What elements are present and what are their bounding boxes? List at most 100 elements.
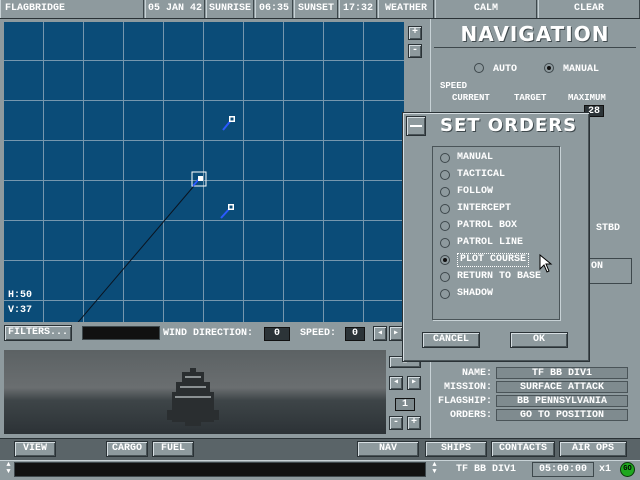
- go-label: GO: [623, 465, 632, 473]
- order-radio[interactable]: [440, 204, 450, 214]
- unit-marker-north[interactable]: [222, 116, 235, 131]
- on-label: ON: [591, 261, 604, 272]
- sea-state: CALM: [435, 0, 537, 18]
- flagship-value: BB PENNSYLVANIA: [496, 395, 628, 407]
- wind-direction-label: WIND DIRECTION:: [163, 328, 254, 339]
- target-speed-label: TARGET: [514, 93, 547, 103]
- sunset-time: 17:32: [339, 0, 377, 18]
- orders-label: ORDERS:: [449, 410, 492, 421]
- nav-button[interactable]: NAV: [357, 441, 419, 457]
- h-readout: H:50: [8, 290, 33, 301]
- navigation-title: NAVIGATION: [460, 22, 610, 46]
- navigation-header: NAVIGATION: [434, 22, 636, 48]
- speed-label: SPEED:: [300, 328, 337, 339]
- filters-button[interactable]: FILTERS...: [4, 325, 72, 341]
- wind-direction-value: 0: [264, 327, 290, 341]
- order-option-label: RETURN TO BASE: [457, 271, 542, 282]
- fuel-button[interactable]: FUEL: [152, 441, 194, 457]
- unit-marker-south[interactable]: [220, 204, 234, 219]
- view-button[interactable]: VIEW: [14, 441, 56, 457]
- sunrise-label: SUNRISE: [206, 0, 254, 18]
- order-radio[interactable]: [440, 255, 450, 265]
- order-option-label: FOLLOW: [457, 186, 494, 197]
- contacts-button[interactable]: CONTACTS: [491, 441, 555, 457]
- order-radio[interactable]: [440, 170, 450, 180]
- ships-button[interactable]: SHIPS: [425, 441, 487, 457]
- arrow-left-icon: ◂: [392, 377, 400, 388]
- order-option-label: PLOT COURSE: [457, 253, 530, 267]
- scroll-down-icon: ▼: [432, 468, 437, 476]
- zoom-in-button[interactable]: +: [408, 26, 422, 40]
- speed-section-label: SPEED: [440, 81, 468, 91]
- nav-on-box: ON: [588, 258, 632, 284]
- camera-minus-button[interactable]: -: [389, 416, 403, 430]
- mission-label: MISSION:: [443, 382, 492, 393]
- maximum-speed-label: MAXIMUM: [568, 93, 606, 103]
- filter-display: [82, 326, 160, 340]
- weather-label: WEATHER: [378, 0, 434, 18]
- auto-label: AUTO: [493, 63, 518, 75]
- cancel-button[interactable]: CANCEL: [422, 332, 480, 348]
- battleship-silhouette: [167, 368, 219, 426]
- mouse-cursor-icon: [539, 254, 553, 273]
- ship-camera-view: [4, 350, 386, 434]
- app-title: FLAGBRIDGE: [0, 0, 144, 18]
- dialog-close-button[interactable]: [406, 116, 426, 136]
- arrow-right-icon: ▸: [410, 377, 418, 388]
- order-option-label: MANUAL: [457, 152, 494, 163]
- camera-right-button[interactable]: ▸: [407, 376, 421, 390]
- zoom-out-button[interactable]: -: [408, 44, 422, 58]
- sunset-label: SUNSET: [294, 0, 338, 18]
- nav-mode-manual[interactable]: MANUAL: [544, 63, 599, 77]
- camera-page-number: 1: [395, 398, 415, 411]
- wind-speed-value: 0: [345, 327, 365, 341]
- mission-value: SURFACE ATTACK: [496, 381, 628, 393]
- camera-left-button[interactable]: ◂: [389, 376, 403, 390]
- status-scroll-arrows[interactable]: ▲ ▼: [4, 462, 13, 477]
- order-option-label: SHADOW: [457, 288, 494, 299]
- time-compression[interactable]: x1: [599, 464, 611, 475]
- scroll-right-button[interactable]: ▸: [389, 326, 403, 341]
- set-orders-title: SET ORDERS: [440, 115, 578, 136]
- force-name-value: TF BB DIV1: [496, 367, 628, 379]
- arrow-right-icon: ▸: [392, 328, 400, 339]
- cargo-button[interactable]: CARGO: [106, 441, 148, 457]
- order-option-label: PATROL LINE: [457, 237, 524, 248]
- current-speed-label: CURRENT: [452, 93, 490, 103]
- game-clock: 05:00:00: [532, 462, 594, 477]
- orders-value: GO TO POSITION: [496, 409, 628, 421]
- manual-label: MANUAL: [563, 63, 600, 75]
- scroll-left-button[interactable]: ◂: [373, 326, 387, 341]
- message-line: [14, 462, 426, 477]
- close-bar-icon: [410, 125, 422, 127]
- order-radio[interactable]: [440, 187, 450, 197]
- order-radio[interactable]: [440, 289, 450, 299]
- auto-radio[interactable]: [474, 63, 484, 73]
- unit-scroll-arrows[interactable]: ▲ ▼: [430, 462, 439, 477]
- nav-mode-auto[interactable]: AUTO: [474, 63, 517, 77]
- scroll-down-icon: ▼: [6, 468, 11, 476]
- order-radio[interactable]: [440, 221, 450, 231]
- camera-controls: ▴ ◂ ▸ 1 - +: [387, 350, 427, 436]
- map-grid: [4, 22, 404, 322]
- sunrise-time: 06:35: [255, 0, 293, 18]
- order-option-label: INTERCEPT: [457, 203, 512, 214]
- selected-unit-readout: TF BB DIV1: [455, 464, 516, 475]
- stbd-label: STBD: [596, 223, 621, 234]
- order-option-label: TACTICAL: [457, 169, 506, 180]
- tactical-map[interactable]: H:50 V:37: [4, 22, 404, 322]
- order-radio[interactable]: [440, 272, 450, 282]
- order-radio[interactable]: [440, 238, 450, 248]
- force-info-panel: NAME: TF BB DIV1 MISSION: SURFACE ATTACK…: [434, 360, 636, 422]
- camera-plus-button[interactable]: +: [407, 416, 421, 430]
- date-readout: 05 JAN 42: [145, 0, 205, 18]
- ok-button[interactable]: OK: [510, 332, 568, 348]
- sky-state: CLEAR: [538, 0, 640, 18]
- flagship-label: FLAGSHIP:: [437, 396, 492, 407]
- arrow-left-icon: ◂: [376, 328, 384, 339]
- manual-radio[interactable]: [544, 63, 554, 73]
- air-ops-button[interactable]: AIR OPS: [559, 441, 627, 457]
- go-button[interactable]: GO: [620, 462, 635, 477]
- order-option-label: PATROL BOX: [457, 220, 518, 231]
- order-radio[interactable]: [440, 153, 450, 163]
